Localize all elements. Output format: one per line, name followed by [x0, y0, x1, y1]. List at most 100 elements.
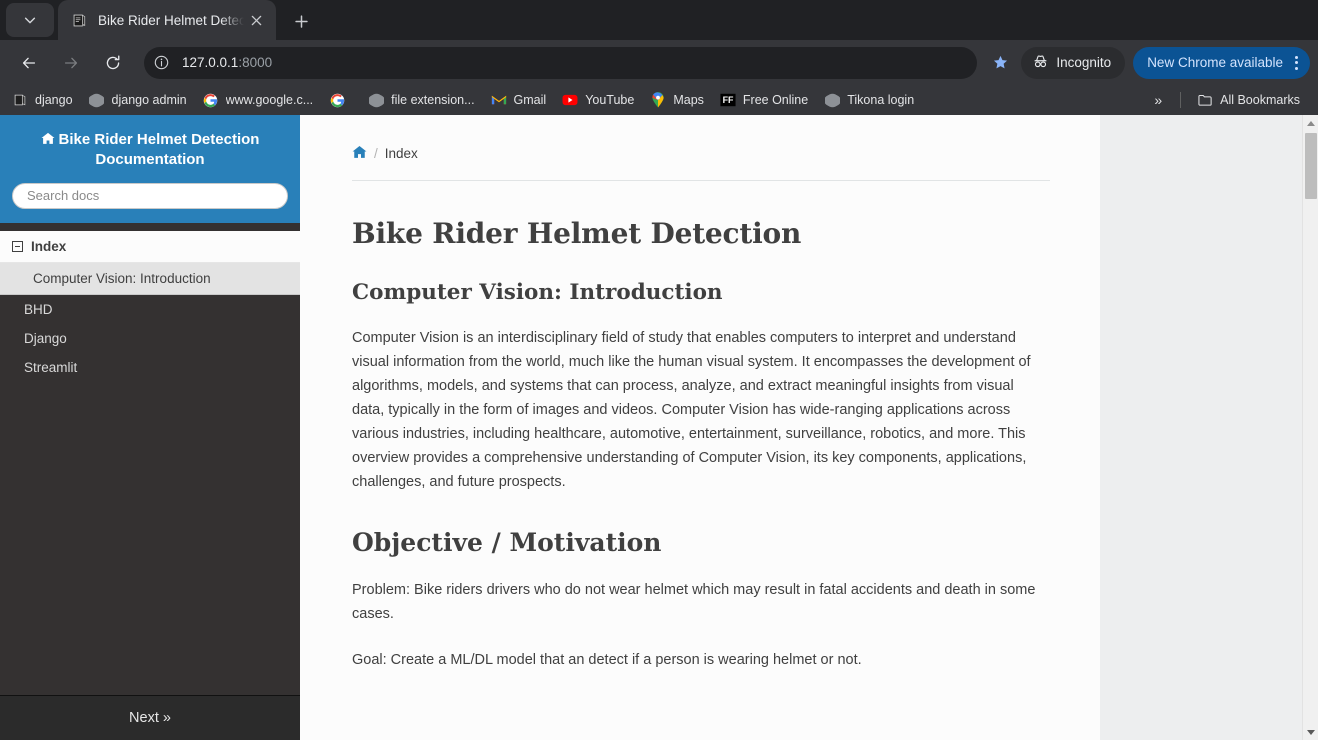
star-icon [993, 55, 1007, 69]
scrollbar-down-arrow[interactable] [1303, 724, 1318, 740]
ff-icon: FF [720, 92, 736, 108]
kebab-menu-icon[interactable] [1291, 55, 1302, 70]
sidebar-toc-root[interactable]: Index [0, 230, 300, 263]
sidebar-item-streamlit[interactable]: Streamlit [0, 353, 300, 382]
svg-text:FF: FF [722, 95, 733, 105]
bookmark-item[interactable]: YouTube [554, 88, 642, 112]
all-bookmarks-label: All Bookmarks [1220, 93, 1300, 107]
bookmark-item[interactable]: Tikona login [816, 88, 922, 112]
triangle-up-icon [1306, 120, 1315, 126]
url-port: :8000 [238, 55, 273, 70]
gmail-icon [491, 92, 507, 108]
sidebar-footer: Next » [0, 695, 300, 740]
globe-icon [824, 92, 840, 108]
sidebar-item-label: Computer Vision: Introduction [33, 270, 211, 286]
divider [1180, 92, 1182, 108]
breadcrumb-home-link[interactable] [352, 145, 367, 162]
bookmarks-bar: django django admin www.google.c... file… [0, 85, 1318, 115]
bookmark-label: Maps [673, 93, 704, 107]
next-page-label: Next » [129, 710, 171, 726]
sidebar-nav: Index Computer Vision: Introduction BHD … [0, 222, 300, 696]
bookmark-item[interactable]: file extension... [360, 88, 482, 112]
bookmarks-bar-right: » All Bookmarks [1144, 88, 1314, 112]
sidebar-item-computer-vision-introduction[interactable]: Computer Vision: Introduction [0, 262, 300, 295]
chevron-double-right-icon[interactable]: » [1144, 88, 1172, 112]
bookmark-item[interactable]: www.google.c... [195, 88, 322, 112]
breadcrumb-separator: / [374, 146, 378, 161]
bookmark-label: Gmail [513, 93, 547, 107]
sidebar-item-django[interactable]: Django [0, 324, 300, 353]
bookmark-item[interactable]: Maps [642, 88, 712, 112]
chevron-down-icon [24, 17, 36, 24]
sidebar-item-bhd[interactable]: BHD [0, 295, 300, 324]
section-heading-computer-vision: Computer Vision: Introduction [352, 280, 723, 305]
scrollbar-up-arrow[interactable] [1303, 115, 1318, 131]
bookmark-label: django [35, 93, 73, 107]
maps-pin-icon [650, 92, 666, 108]
home-icon [352, 145, 367, 162]
reload-icon [106, 54, 120, 69]
next-page-button[interactable]: Next » [0, 696, 300, 740]
sidebar-brand-text: Bike Rider Helmet Detection Documentatio… [58, 131, 260, 168]
tab-search-button[interactable] [6, 3, 54, 37]
document-body: / Index Bike Rider Helmet Detection Comp… [300, 115, 1100, 740]
sidebar-divider [0, 222, 300, 231]
breadcrumb: / Index [352, 145, 1050, 181]
globe-icon [368, 92, 384, 108]
reload-button[interactable] [97, 47, 129, 79]
tab-title: Bike Rider Helmet Detect [98, 12, 244, 28]
close-icon[interactable] [244, 8, 268, 32]
bookmark-label: django admin [111, 93, 187, 107]
sidebar-item-label: BHD [24, 301, 53, 317]
scrollbar-thumb[interactable] [1305, 133, 1317, 199]
new-tab-button[interactable] [286, 6, 316, 36]
bookmark-label: Tikona login [847, 93, 915, 107]
section-paragraph-goal: Goal: Create a ML/DL model that an detec… [352, 652, 862, 669]
page-title: Bike Rider Helmet Detection [352, 217, 802, 250]
chrome-update-label: New Chrome available [1147, 55, 1283, 70]
bookmark-item[interactable]: django admin [81, 88, 195, 112]
google-icon [329, 92, 345, 108]
folder-icon [1197, 92, 1213, 108]
docs-sidebar: Bike Rider Helmet Detection Documentatio… [0, 115, 300, 740]
section-paragraph-computer-vision: Computer Vision is an interdisciplinary … [352, 330, 1031, 490]
all-bookmarks-button[interactable]: All Bookmarks [1189, 88, 1308, 112]
sidebar-item-label: Django [24, 330, 67, 346]
bookmark-item[interactable]: Gmail [483, 88, 555, 112]
book-icon [70, 11, 88, 29]
bookmark-item[interactable]: FF Free Online [712, 88, 816, 112]
forward-button[interactable] [55, 47, 87, 79]
bookmark-star-button[interactable] [983, 47, 1017, 79]
incognito-indicator[interactable]: Incognito [1021, 46, 1126, 79]
page-scrollbar[interactable] [1302, 115, 1318, 740]
plus-icon [294, 14, 308, 28]
google-icon [203, 92, 219, 108]
globe-icon [89, 92, 105, 108]
arrow-left-icon [22, 57, 36, 68]
info-circle-icon[interactable] [148, 50, 174, 76]
incognito-label: Incognito [1056, 55, 1112, 70]
youtube-icon [562, 92, 578, 108]
triangle-down-icon [1306, 729, 1315, 735]
browser-window: Bike Rider Helmet Detect 127.0.0.1:8000 … [0, 0, 1318, 740]
sidebar-header: Bike Rider Helmet Detection Documentatio… [0, 115, 300, 223]
sidebar-item-label: Streamlit [24, 359, 78, 375]
bookmark-label: YouTube [585, 93, 635, 107]
bookmark-label: file extension... [391, 93, 475, 107]
url-text: 127.0.0.1:8000 [182, 55, 272, 70]
collapse-box-icon[interactable] [12, 240, 23, 252]
tab-strip: Bike Rider Helmet Detect [0, 0, 1318, 40]
search-input[interactable] [12, 182, 288, 209]
page-viewport: Bike Rider Helmet Detection Documentatio… [0, 115, 1318, 740]
arrow-right-icon [64, 57, 78, 68]
browser-toolbar: 127.0.0.1:8000 Incognito New Chrome avai… [0, 40, 1318, 85]
bookmark-item[interactable] [321, 88, 360, 112]
section-paragraph-problem: Problem: Bike riders drivers who do not … [352, 582, 1036, 623]
address-bar[interactable]: 127.0.0.1:8000 [144, 46, 978, 79]
sidebar-brand-link[interactable]: Bike Rider Helmet Detection Documentatio… [12, 131, 288, 170]
back-button[interactable] [13, 47, 45, 79]
chrome-update-button[interactable]: New Chrome available [1133, 46, 1310, 79]
bookmark-item[interactable]: django [4, 88, 81, 112]
browser-tab[interactable]: Bike Rider Helmet Detect [58, 0, 276, 40]
sidebar-toc-root-label: Index [31, 238, 67, 254]
